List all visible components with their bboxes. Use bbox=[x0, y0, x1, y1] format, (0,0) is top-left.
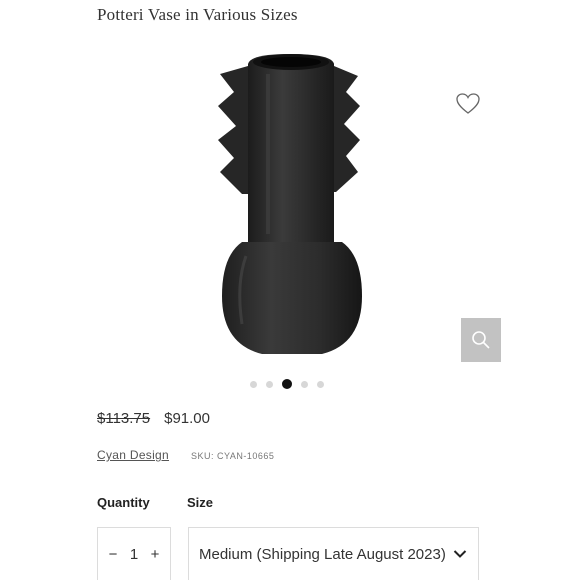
gallery-dot[interactable] bbox=[266, 380, 273, 388]
size-selected-value: Medium (Shipping Late August 2023) bbox=[199, 545, 446, 563]
quantity-value[interactable]: 1 bbox=[130, 546, 138, 563]
original-price: $113.75 bbox=[97, 410, 151, 427]
chevron-down-icon bbox=[453, 550, 467, 558]
product-meta: Cyan Design SKU: CYAN-10665 bbox=[97, 448, 274, 462]
decrement-button[interactable]: − bbox=[106, 546, 120, 563]
gallery-dot[interactable] bbox=[317, 380, 324, 388]
brand-link[interactable]: Cyan Design bbox=[97, 448, 169, 462]
sku-text: SKU: CYAN-10665 bbox=[191, 451, 275, 461]
magnifier-icon bbox=[472, 331, 490, 349]
size-dropdown[interactable]: Medium (Shipping Late August 2023) bbox=[188, 527, 479, 580]
gallery-dot[interactable] bbox=[250, 380, 257, 388]
wishlist-heart-icon[interactable] bbox=[455, 92, 481, 116]
vase-image bbox=[218, 54, 362, 354]
size-label: Size bbox=[187, 495, 214, 510]
increment-button[interactable]: + bbox=[148, 546, 162, 563]
price-row: $113.75 $91.00 bbox=[97, 410, 210, 427]
gallery-dot-active[interactable] bbox=[282, 379, 292, 389]
sale-price: $91.00 bbox=[164, 410, 210, 427]
gallery-dot[interactable] bbox=[301, 380, 308, 388]
product-title: Potteri Vase in Various Sizes bbox=[97, 5, 298, 24]
zoom-button[interactable] bbox=[461, 318, 501, 362]
quantity-stepper[interactable]: − 1 + bbox=[97, 527, 171, 580]
gallery-pagination bbox=[250, 379, 324, 389]
quantity-label: Quantity bbox=[97, 495, 150, 510]
